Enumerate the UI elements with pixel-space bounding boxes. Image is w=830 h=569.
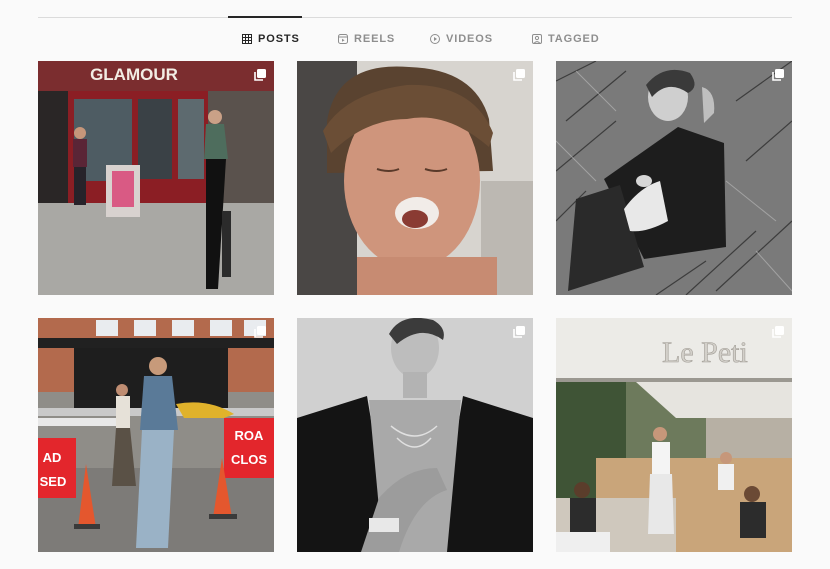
tab-reels[interactable]: REELS [338,17,395,61]
road-sign-text-4: SED [40,474,67,489]
reels-icon [338,34,348,44]
post-image-storefront: GLAMOUR [38,61,274,295]
post-thumbnail[interactable] [556,61,792,295]
multiple-photos-icon [772,69,784,81]
post-image-cafe-terrace: Le Peti [556,318,792,552]
tab-posts-label: POSTS [258,33,300,45]
post-thumbnail[interactable]: GLAMOUR [38,61,274,295]
post-thumbnail[interactable]: Le Peti [556,318,792,552]
tab-tagged-label: TAGGED [548,33,600,45]
multiple-photos-icon [254,326,266,338]
road-sign-text-1: ROA [235,428,265,443]
multiple-photos-icon [254,69,266,81]
post-image-bw-grass [556,61,792,295]
profile-tabs: POSTS REELS VIDEOS TAGGED [38,16,792,61]
road-sign-text-3: AD [43,450,62,465]
multiple-photos-icon [513,326,525,338]
tab-posts[interactable]: POSTS [228,16,302,61]
tab-videos-label: VIDEOS [446,33,493,45]
tab-reels-label: REELS [354,33,396,45]
posts-grid: GLAMOUR ROA CLOS AD SED Le Peti [38,61,792,552]
road-sign-text-2: CLOS [231,452,267,467]
grid-icon [242,34,252,44]
multiple-photos-icon [513,69,525,81]
post-thumbnail[interactable] [297,61,533,295]
multiple-photos-icon [772,326,784,338]
post-thumbnail[interactable] [297,318,533,552]
post-image-road-closed: ROA CLOS AD SED [38,318,274,552]
tab-tagged[interactable]: TAGGED [532,17,600,61]
shop-sign-text: GLAMOUR [90,65,178,84]
tagged-icon [532,34,542,44]
post-thumbnail[interactable]: ROA CLOS AD SED [38,318,274,552]
post-image-portrait-closeup [297,61,533,295]
video-icon [430,34,440,44]
post-image-bw-studio [297,318,533,552]
tab-videos[interactable]: VIDEOS [430,17,493,61]
cafe-sign-text: Le Peti [662,336,748,369]
